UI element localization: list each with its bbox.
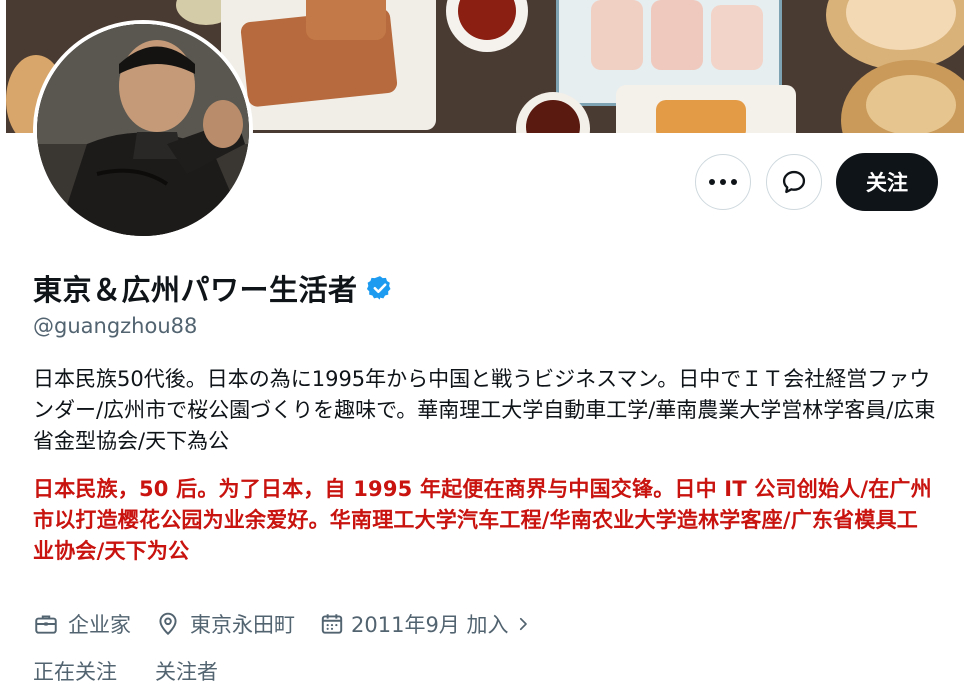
bio-text: 日本民族50代後。日本の為に1995年から中国と戦うビジネスマン。日中でＩＴ会社… [33, 367, 936, 453]
banner-rice-roll-1 [591, 0, 643, 70]
briefcase-icon [35, 615, 57, 634]
chevron-right-icon [520, 617, 528, 631]
joined-label: 2011年9月 加入 [351, 613, 509, 637]
banner-turnip-cake-2 [306, 0, 386, 40]
profession-item: 企业家 [33, 609, 131, 639]
handle: @guangzhou88 [33, 314, 198, 338]
location-item: 東京永田町 [155, 609, 295, 639]
profession-label: 企业家 [68, 613, 131, 637]
banner-steamer-lid [866, 75, 956, 133]
joined-item[interactable]: 2011年9月 加入 [319, 609, 532, 639]
banner-rice-roll-3 [711, 5, 763, 70]
more-options-button[interactable] [695, 154, 751, 210]
message-button[interactable] [766, 154, 822, 210]
verified-badge-icon[interactable] [366, 274, 394, 302]
profile-name-row: 東京＆広州パワー生活者 [33, 268, 394, 308]
banner-rice-roll-2 [651, 0, 703, 70]
followers-count-link[interactable]: 关注者 [155, 656, 218, 686]
banner-fried-food [656, 100, 746, 133]
more-horizontal-icon [709, 179, 737, 185]
location-pin-icon [159, 612, 177, 636]
follow-counts-row: 正在关注 关注者 [33, 656, 218, 686]
profile-meta-row: 企业家 東京永田町 2011年9月 加入 [33, 606, 532, 642]
follow-button[interactable]: 关注 [836, 153, 938, 211]
bio-translation: 日本民族，50 后。为了日本，自 1995 年起便在商界与中国交锋。日中 IT … [33, 477, 932, 563]
avatar[interactable] [33, 20, 253, 240]
calendar-icon [321, 614, 343, 634]
location-label: 東京永田町 [190, 613, 295, 637]
message-bubble-icon [782, 170, 806, 194]
avatar-photo [37, 24, 249, 236]
display-name: 東京＆広州パワー生活者 [33, 273, 358, 307]
following-count-link[interactable]: 正在关注 [33, 656, 117, 686]
